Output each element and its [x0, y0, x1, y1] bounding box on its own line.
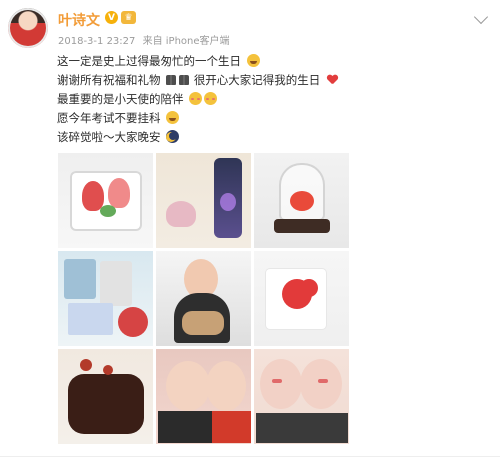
moon-emoji-icon [166, 130, 180, 143]
photo-9[interactable] [254, 349, 349, 444]
heart-icon [327, 75, 338, 85]
photo-3[interactable] [254, 153, 349, 248]
worried-emoji-icon [166, 111, 180, 124]
photo-2[interactable] [156, 153, 251, 248]
blush-emoji-icon [189, 92, 203, 105]
photo-8[interactable] [156, 349, 251, 444]
username[interactable]: 叶诗文 [58, 10, 100, 30]
post-source: 来自 iPhone客户端 [142, 36, 230, 47]
photo-1[interactable] [58, 153, 153, 248]
photo-5[interactable] [156, 251, 251, 346]
gift-icon [166, 75, 177, 85]
post-timestamp: 2018-3-1 23:27 [58, 36, 136, 47]
post-text: 这一定是史上过得最匆忙的一个生日 谢谢所有祝福和礼物 很开心大家记得我的生日 最… [57, 52, 338, 147]
avatar[interactable] [8, 8, 48, 48]
post-line-2: 谢谢所有祝福和礼物 很开心大家记得我的生日 [57, 71, 338, 90]
blush-emoji-icon [204, 92, 218, 105]
photo-7[interactable] [58, 349, 153, 444]
post-line-5: 该碎觉啦～大家晚安 [57, 128, 338, 147]
verified-badge-icon: V [105, 11, 118, 24]
photo-6[interactable] [254, 251, 349, 346]
photo-grid [58, 153, 351, 445]
post-meta: 2018-3-1 23:27 来自 iPhone客户端 [58, 32, 230, 47]
post-line-4: 愿今年考试不要挂科 [57, 109, 338, 128]
gift-icon [179, 75, 190, 85]
laughing-emoji-icon [246, 54, 260, 67]
crown-badge-icon: ♛ [121, 11, 136, 24]
post-line-1: 这一定是史上过得最匆忙的一个生日 [57, 52, 338, 71]
photo-4[interactable] [58, 251, 153, 346]
chevron-down-icon[interactable] [473, 9, 489, 25]
post-line-3: 最重要的是小天使的陪伴 [57, 90, 338, 109]
